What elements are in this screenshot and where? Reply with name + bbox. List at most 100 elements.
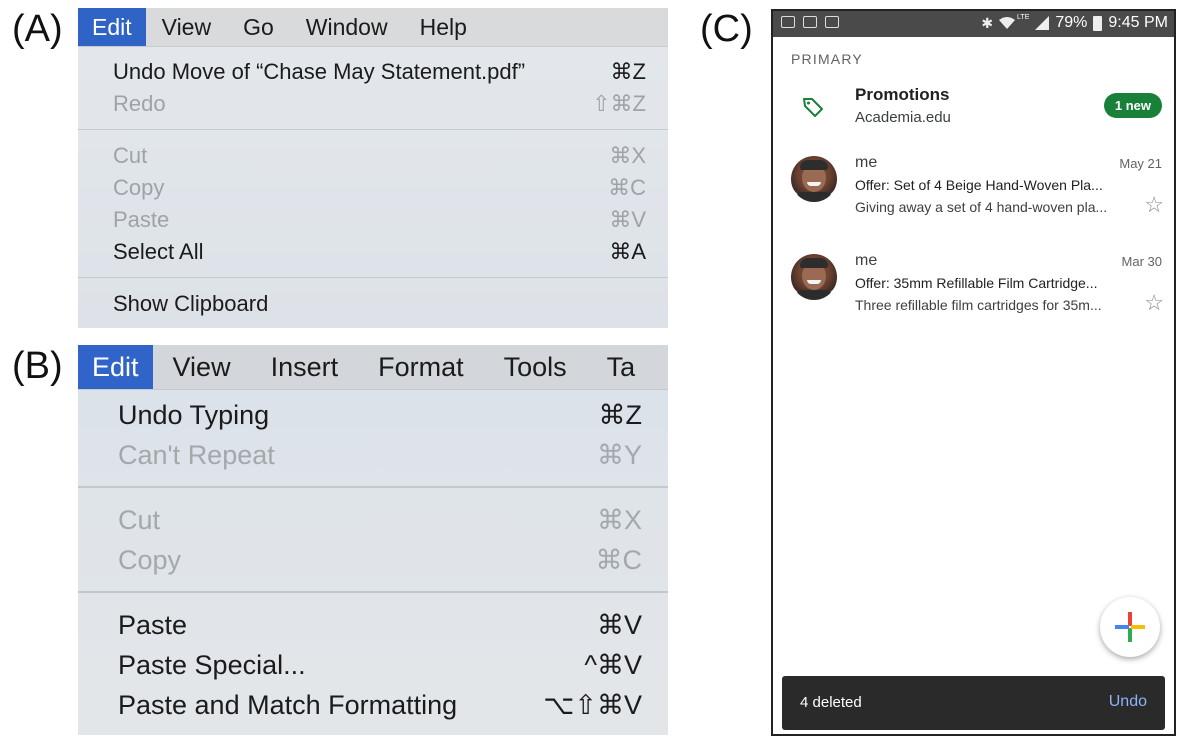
email-sender: me bbox=[855, 252, 878, 269]
menu-item-redo: Redo ⇧⌘Z bbox=[78, 88, 668, 120]
menu-item-shortcut: ⌘A bbox=[609, 239, 646, 264]
menu-item-label: Can't Repeat bbox=[118, 440, 275, 470]
email-sender: me bbox=[855, 154, 878, 171]
email-date: Mar 30 bbox=[1121, 254, 1162, 269]
menu-item-shortcut: ⌘Z bbox=[610, 59, 646, 84]
menu-item-label: Cut bbox=[113, 143, 148, 168]
menu-item-label: Copy bbox=[118, 545, 182, 575]
notification-icon bbox=[781, 16, 795, 28]
menu-item-show-clipboard[interactable]: Show Clipboard bbox=[78, 288, 668, 320]
menu-tools[interactable]: Tools bbox=[484, 345, 587, 389]
menu-item-cut: Cut ⌘X bbox=[78, 500, 668, 540]
panel-label-c: (C) bbox=[700, 8, 753, 50]
section-title: PRIMARY bbox=[791, 51, 863, 67]
edit-menu-b: Edit View Insert Format Tools Ta Undo Ty… bbox=[78, 345, 668, 735]
menu-edit[interactable]: Edit bbox=[78, 8, 146, 46]
promotions-title: Promotions bbox=[855, 85, 950, 104]
menu-view[interactable]: View bbox=[153, 345, 251, 389]
menu-item-copy: Copy ⌘C bbox=[78, 540, 668, 580]
menu-item-undo-move-of-chase-may-statement-pdf[interactable]: Undo Move of “Chase May Statement.pdf” ⌘Z bbox=[78, 56, 668, 88]
network-type: LTE bbox=[1017, 13, 1030, 21]
tag-icon bbox=[803, 98, 823, 117]
undo-button[interactable]: Undo bbox=[1109, 693, 1147, 711]
menu-insert[interactable]: Insert bbox=[251, 345, 359, 389]
email-row[interactable]: me Mar 30 Offer: 35mm Refillable Film Ca… bbox=[773, 250, 1174, 330]
star-icon[interactable]: ☆ bbox=[1144, 292, 1164, 314]
battery-icon bbox=[1093, 15, 1103, 31]
menu-item-shortcut: ⌘X bbox=[609, 143, 646, 168]
signal-icon bbox=[1035, 16, 1050, 30]
bluetooth-icon: ✱ bbox=[981, 14, 994, 31]
snackbar: 4 deleted Undo bbox=[782, 676, 1165, 730]
menubar-b: Edit View Insert Format Tools Ta bbox=[78, 345, 668, 390]
promotions-subtitle: Academia.edu bbox=[855, 109, 951, 126]
menu-item-label: Show Clipboard bbox=[113, 291, 269, 316]
email-row[interactable]: me May 21 Offer: Set of 4 Beige Hand-Wov… bbox=[773, 152, 1174, 232]
menu-separator bbox=[78, 591, 668, 593]
menu-item-label: Paste Special... bbox=[118, 650, 306, 680]
menu-item-label: Cut bbox=[118, 505, 161, 535]
menu-item-shortcut: ⇧⌘Z bbox=[592, 91, 646, 116]
menu-separator bbox=[78, 486, 668, 488]
menu-table-truncated[interactable]: Ta bbox=[587, 345, 656, 389]
email-subject: Offer: Set of 4 Beige Hand-Woven Pla... bbox=[855, 177, 1103, 193]
menu-go[interactable]: Go bbox=[227, 8, 290, 46]
snackbar-message: 4 deleted bbox=[800, 694, 862, 711]
menubar-a: Edit View Go Window Help bbox=[78, 8, 668, 47]
menu-item-can-t-repeat: Can't Repeat ⌘Y bbox=[78, 435, 668, 475]
menu-item-undo-typing[interactable]: Undo Typing ⌘Z bbox=[78, 395, 668, 435]
edit-dropdown-a: Undo Move of “Chase May Statement.pdf” ⌘Z… bbox=[78, 46, 668, 320]
menu-edit[interactable]: Edit bbox=[78, 345, 153, 389]
menu-item-label: Paste bbox=[118, 610, 188, 640]
email-snippet: Three refillable film cartridges for 35m… bbox=[855, 297, 1102, 313]
menu-item-shortcut: ⌘X bbox=[596, 505, 642, 535]
new-count-badge: 1 new bbox=[1103, 93, 1162, 118]
menu-item-label: Paste and Match Formatting bbox=[118, 690, 458, 720]
menu-item-label: Undo Move of “Chase May Statement.pdf” bbox=[113, 59, 526, 84]
menu-item-shortcut: ⌘C bbox=[608, 175, 646, 200]
email-snippet: Giving away a set of 4 hand-woven pla... bbox=[855, 199, 1108, 215]
wifi-icon bbox=[999, 17, 1016, 29]
avatar[interactable] bbox=[791, 254, 837, 300]
menu-item-shortcut: ⌥⇧⌘V bbox=[543, 690, 642, 720]
menu-item-label: Paste bbox=[113, 207, 170, 232]
battery-percent: 79% bbox=[1055, 14, 1088, 31]
compose-plus-icon bbox=[1115, 612, 1145, 642]
menu-format[interactable]: Format bbox=[358, 345, 484, 389]
menu-item-shortcut: ^⌘V bbox=[584, 650, 642, 680]
menu-item-paste-special[interactable]: Paste Special... ^⌘V bbox=[78, 645, 668, 685]
menu-item-select-all[interactable]: Select All ⌘A bbox=[78, 236, 668, 268]
compose-button[interactable] bbox=[1100, 597, 1160, 657]
menu-view[interactable]: View bbox=[146, 8, 227, 46]
star-icon[interactable]: ☆ bbox=[1144, 194, 1164, 216]
edit-menu-a: Edit View Go Window Help Undo Move of “C… bbox=[78, 8, 668, 328]
notification-icon bbox=[803, 16, 817, 28]
menu-help[interactable]: Help bbox=[404, 8, 483, 46]
menu-item-label: Select All bbox=[113, 239, 204, 264]
email-subject: Offer: 35mm Refillable Film Cartridge... bbox=[855, 275, 1098, 291]
menu-item-label: Copy bbox=[113, 175, 165, 200]
menu-separator bbox=[78, 129, 668, 130]
email-date: May 21 bbox=[1119, 156, 1162, 171]
avatar[interactable] bbox=[791, 156, 837, 202]
menu-item-label: Redo bbox=[113, 91, 166, 116]
menu-item-shortcut: ⌘Z bbox=[598, 400, 643, 430]
phone-screen: ✱ LTE 79% 9:45 PM PRIMARY Promotions Aca… bbox=[771, 9, 1176, 736]
menu-separator bbox=[78, 277, 668, 278]
edit-dropdown-b: Undo Typing ⌘Z Can't Repeat ⌘Y Cut ⌘X Copy ⌘C Pa… bbox=[78, 395, 668, 725]
menu-item-paste-and-match-formatting[interactable]: Paste and Match Formatting ⌥⇧⌘V bbox=[78, 685, 668, 725]
menu-item-paste: Paste ⌘V bbox=[78, 204, 668, 236]
promotions-row[interactable]: Promotions Academia.edu 1 new bbox=[773, 81, 1174, 137]
menu-item-cut: Cut ⌘X bbox=[78, 140, 668, 172]
panel-label-b: (B) bbox=[12, 345, 63, 387]
menu-item-label: Undo Typing bbox=[118, 400, 270, 430]
clock: 9:45 PM bbox=[1108, 14, 1168, 31]
status-right: ✱ LTE 79% 9:45 PM bbox=[981, 14, 1168, 32]
menu-item-shortcut: ⌘V bbox=[596, 610, 642, 640]
status-bar: ✱ LTE 79% 9:45 PM bbox=[773, 11, 1174, 37]
menu-item-paste[interactable]: Paste ⌘V bbox=[78, 605, 668, 645]
menu-item-copy: Copy ⌘C bbox=[78, 172, 668, 204]
menu-window[interactable]: Window bbox=[290, 8, 404, 46]
menu-item-shortcut: ⌘Y bbox=[596, 440, 642, 470]
menu-item-shortcut: ⌘C bbox=[595, 545, 643, 575]
